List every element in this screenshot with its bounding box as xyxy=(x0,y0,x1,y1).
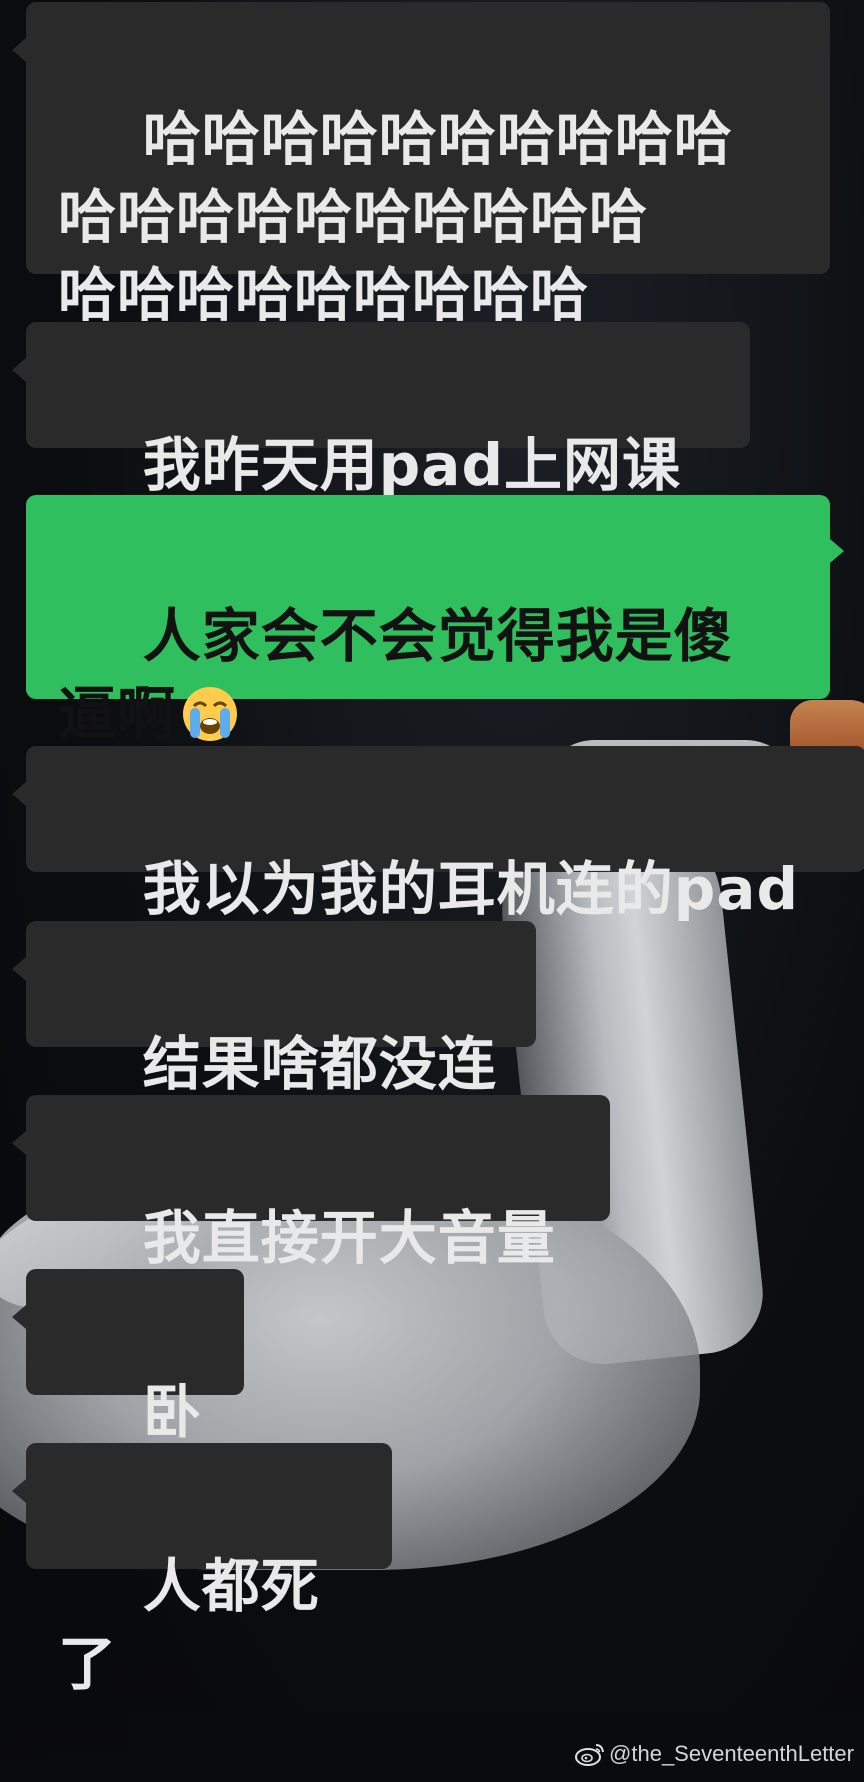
message-text: 我昨天用pad上网课 xyxy=(142,431,681,499)
message-text: 我以为我的耳机连的pad xyxy=(142,855,799,923)
message-bubble-incoming[interactable]: 结果啥都没连 xyxy=(12,921,536,1098)
message-bubble-incoming[interactable]: 我以为我的耳机连的pad xyxy=(12,746,864,923)
chat-message-list[interactable]: 哈哈哈哈哈哈哈哈哈哈 哈哈哈哈哈哈哈哈哈哈 哈哈哈哈哈哈哈哈哈 我昨天用pad上… xyxy=(0,0,864,1782)
message-bubble-incoming[interactable]: 我直接开大音量 xyxy=(12,1095,610,1272)
weibo-watermark: @the_SeventeenthLetter xyxy=(575,1736,854,1772)
weibo-icon xyxy=(575,1744,605,1766)
message-bubble-outgoing[interactable]: 人家会不会觉得我是傻 逼啊 xyxy=(26,495,844,748)
message-bubble-incoming[interactable]: 卧槽 xyxy=(12,1269,244,1524)
message-bubble-incoming[interactable]: 人都死了 xyxy=(12,1443,392,1698)
message-text: 我直接开大音量 xyxy=(142,1204,556,1272)
message-text: 人家会不会觉得我是傻 逼啊 xyxy=(58,602,733,748)
message-text: 结果啥都没连 xyxy=(142,1030,497,1098)
message-bubble-incoming[interactable]: 我昨天用pad上网课 xyxy=(12,322,750,499)
message-text: 哈哈哈哈哈哈哈哈哈哈 哈哈哈哈哈哈哈哈哈哈 哈哈哈哈哈哈哈哈哈 xyxy=(58,105,733,329)
watermark-text: @the_SeventeenthLetter xyxy=(609,1741,854,1766)
loudly-crying-face-emoji xyxy=(183,686,238,741)
message-bubble-incoming[interactable]: 哈哈哈哈哈哈哈哈哈哈 哈哈哈哈哈哈哈哈哈哈 哈哈哈哈哈哈哈哈哈 xyxy=(12,2,830,329)
message-text: 人都死了 xyxy=(58,1552,320,1698)
